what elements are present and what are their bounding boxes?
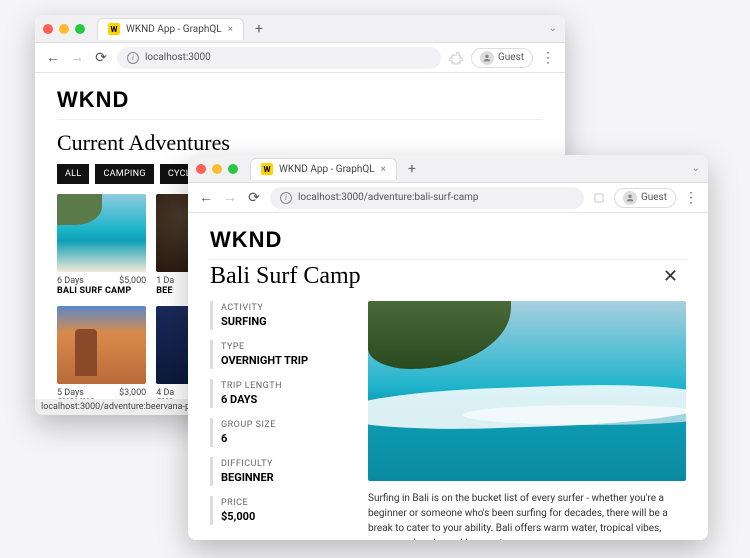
brand-logo[interactable]: WKND [210, 227, 686, 253]
site-info-icon[interactable]: i [127, 52, 139, 64]
card-image [57, 194, 146, 272]
spec-price: PRICE $5,000 [210, 496, 350, 525]
titlebar: W WKND App - GraphQL × + ⌄ [35, 15, 565, 43]
spec-label: PRICE [221, 498, 350, 508]
spec-trip-length: TRIP LENGTH 6 DAYS [210, 379, 350, 408]
forward-button[interactable]: → [222, 189, 238, 206]
card-price: $5,000 [119, 276, 146, 286]
reload-button[interactable]: ⟳ [93, 50, 109, 66]
url-text: localhost:3000 [145, 52, 211, 63]
address-bar[interactable]: i localhost:3000 [117, 47, 441, 69]
maximize-window-icon[interactable] [75, 24, 85, 34]
favicon-icon: W [261, 163, 273, 175]
browser-tab[interactable]: W WKND App - GraphQL × [97, 18, 244, 40]
browser-window-detail: W WKND App - GraphQL × + ⌄ ← → ⟳ i local… [188, 155, 708, 540]
close-window-icon[interactable] [43, 24, 53, 34]
window-controls [196, 164, 238, 174]
minimize-window-icon[interactable] [212, 164, 222, 174]
spec-label: TRIP LENGTH [221, 381, 350, 391]
close-window-icon[interactable] [196, 164, 206, 174]
browser-tab[interactable]: W WKND App - GraphQL × [250, 158, 397, 180]
spec-value: OVERNIGHT TRIP [221, 354, 350, 367]
spec-value: 6 DAYS [221, 393, 350, 406]
filter-camping[interactable]: CAMPING [95, 164, 153, 184]
extensions-icon[interactable] [592, 191, 606, 205]
browser-menu-icon[interactable]: ⋮ [684, 190, 698, 206]
profile-label: Guest [641, 192, 667, 203]
card-price: $3,000 [119, 388, 146, 398]
page-content: WKND Bali Surf Camp ✕ ACTIVITY SURFING TYP… [188, 213, 708, 540]
new-tab-button[interactable]: + [250, 20, 268, 38]
spec-value: BEGINNER [221, 471, 350, 484]
adventure-title: Bali Surf Camp [210, 263, 361, 290]
divider [210, 259, 686, 260]
spec-label: GROUP SIZE [221, 420, 350, 430]
hero-image [368, 301, 686, 481]
site-info-icon[interactable]: i [280, 192, 292, 204]
back-button[interactable]: ← [45, 49, 61, 66]
tab-title: WKND App - GraphQL [126, 24, 222, 35]
window-controls [43, 24, 85, 34]
tab-close-icon[interactable]: × [381, 164, 386, 175]
extensions-icon[interactable] [449, 51, 463, 65]
card-meta: 6 Days $5,000 [57, 276, 146, 286]
chevron-down-icon[interactable]: ⌄ [692, 163, 700, 174]
forward-button[interactable]: → [69, 49, 85, 66]
divider [57, 119, 543, 120]
avatar-icon [480, 51, 494, 65]
spec-activity: ACTIVITY SURFING [210, 301, 350, 330]
spec-label: DIFFICULTY [221, 459, 350, 469]
chevron-down-icon[interactable]: ⌄ [549, 23, 557, 34]
card-image [57, 306, 146, 384]
brand-logo[interactable]: WKND [57, 87, 543, 113]
avatar-icon [623, 191, 637, 205]
spec-label: TYPE [221, 342, 350, 352]
card-duration: 4 Da [156, 388, 174, 398]
card-duration: 5 Days [57, 388, 84, 398]
card-meta: 5 Days $3,000 [57, 388, 146, 398]
address-bar[interactable]: i localhost:3000/adventure:bali-surf-cam… [270, 187, 584, 209]
browser-menu-icon[interactable]: ⋮ [541, 50, 555, 66]
back-button[interactable]: ← [198, 189, 214, 206]
card-duration: 6 Days [57, 276, 84, 286]
browser-toolbar: ← → ⟳ i localhost:3000 Guest ⋮ [35, 43, 565, 73]
page-heading: Current Adventures [57, 130, 543, 156]
card-title: BALI SURF CAMP [57, 286, 146, 296]
tab-close-icon[interactable]: × [228, 24, 233, 35]
favicon-icon: W [108, 23, 120, 35]
new-tab-button[interactable]: + [403, 160, 421, 178]
spec-value: $5,000 [221, 510, 350, 523]
spec-label: ACTIVITY [221, 303, 350, 313]
close-detail-button[interactable]: ✕ [655, 262, 686, 291]
maximize-window-icon[interactable] [228, 164, 238, 174]
minimize-window-icon[interactable] [59, 24, 69, 34]
filter-all[interactable]: ALL [57, 164, 89, 184]
description-paragraph-1: Surfing in Bali is on the bucket list of… [368, 491, 686, 540]
url-text: localhost:3000/adventure:bali-surf-camp [298, 192, 479, 203]
profile-chip[interactable]: Guest [471, 48, 533, 68]
titlebar: W WKND App - GraphQL × + ⌄ [188, 155, 708, 183]
profile-label: Guest [498, 52, 524, 63]
spec-value: SURFING [221, 315, 350, 328]
tab-title: WKND App - GraphQL [279, 164, 375, 175]
card-duration: 1 Da [156, 276, 174, 286]
spec-group-size: GROUP SIZE 6 [210, 418, 350, 447]
spec-value: 6 [221, 432, 350, 445]
spec-list: ACTIVITY SURFING TYPE OVERNIGHT TRIP TRIP LE… [210, 301, 350, 540]
spec-type: TYPE OVERNIGHT TRIP [210, 340, 350, 369]
profile-chip[interactable]: Guest [614, 188, 676, 208]
browser-toolbar: ← → ⟳ i localhost:3000/adventure:bali-su… [188, 183, 708, 213]
adventure-card[interactable]: 6 Days $5,000BALI SURF CAMP [57, 194, 146, 296]
reload-button[interactable]: ⟳ [246, 190, 262, 206]
spec-difficulty: DIFFICULTY BEGINNER [210, 457, 350, 486]
